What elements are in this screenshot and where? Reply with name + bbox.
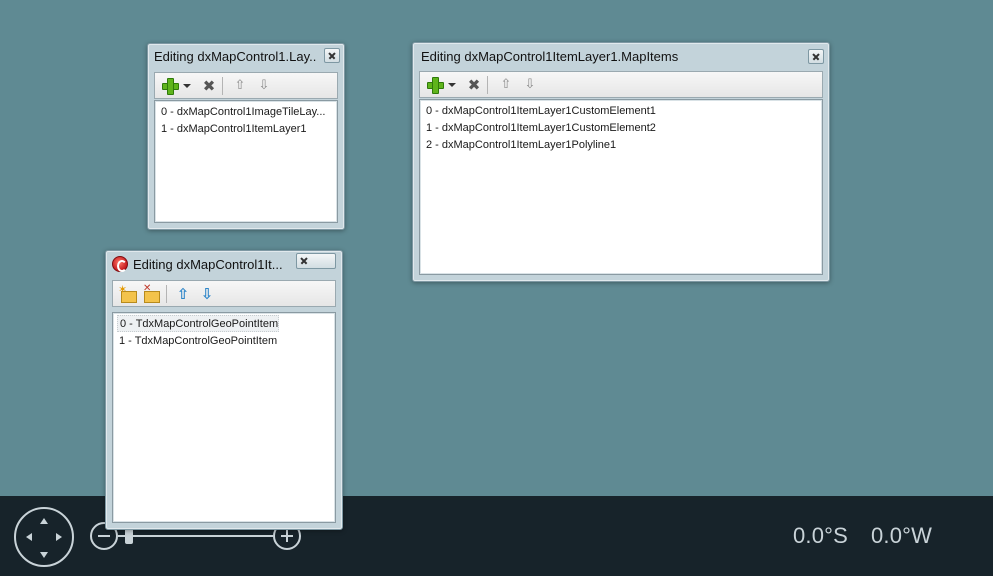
zoom-slider-track[interactable] bbox=[118, 535, 273, 537]
delphi-app-icon bbox=[112, 256, 128, 272]
plus-icon[interactable] bbox=[162, 78, 179, 95]
list-item[interactable]: 1 - dxMapControl1ItemLayer1 bbox=[161, 121, 333, 138]
close-icon[interactable] bbox=[324, 48, 340, 63]
list-item[interactable]: 2 - dxMapControl1ItemLayer1Polyline1 bbox=[426, 137, 818, 154]
pan-right-icon[interactable] bbox=[56, 533, 62, 541]
arrow-down-icon[interactable]: ⇩ bbox=[256, 78, 272, 94]
dropdown-arrow-icon[interactable] bbox=[180, 78, 196, 94]
window-title: Editing dxMapControl1.Lay... bbox=[154, 49, 316, 64]
list-item[interactable]: 0 - TdxMapControlGeoPointItem bbox=[117, 315, 280, 332]
folder-delete-icon[interactable] bbox=[143, 283, 160, 303]
pan-up-icon[interactable] bbox=[40, 518, 48, 524]
pan-navigation-icon[interactable] bbox=[14, 507, 74, 567]
arrow-up-icon[interactable]: ⇧ bbox=[232, 78, 248, 94]
arrow-down-icon[interactable]: ⇩ bbox=[522, 77, 538, 93]
close-icon[interactable] bbox=[808, 49, 824, 64]
zoom-slider-thumb[interactable] bbox=[125, 528, 133, 544]
toolbar: ✖ ⇧ ⇩ bbox=[419, 71, 823, 98]
map-items-list[interactable]: 0 - dxMapControl1ItemLayer1CustomElement… bbox=[419, 99, 823, 275]
longitude-readout: 0.0°W bbox=[871, 523, 933, 548]
geo-items-editor-window: Editing dxMapControl1It... ⇧ ⇩ 0 - TdxMa… bbox=[105, 250, 343, 530]
arrow-up-icon[interactable]: ⇧ bbox=[175, 286, 191, 302]
arrow-down-icon[interactable]: ⇩ bbox=[199, 286, 215, 302]
toolbar-separator bbox=[166, 285, 167, 303]
pan-left-icon[interactable] bbox=[26, 533, 32, 541]
layers-list[interactable]: 0 - dxMapControl1ImageTileLay... 1 - dxM… bbox=[154, 100, 338, 223]
list-item[interactable]: 0 - dxMapControl1ImageTileLay... bbox=[161, 104, 333, 121]
latitude-readout: 0.0°S bbox=[793, 523, 849, 548]
list-item[interactable]: 1 - dxMapControl1ItemLayer1CustomElement… bbox=[426, 120, 818, 137]
delete-icon[interactable]: ✖ bbox=[466, 77, 482, 93]
map-items-editor-window: Editing dxMapControl1ItemLayer1.MapItems… bbox=[412, 42, 830, 282]
list-item[interactable]: 0 - dxMapControl1ItemLayer1CustomElement… bbox=[426, 103, 818, 120]
list-item[interactable]: 1 - TdxMapControlGeoPointItem bbox=[119, 333, 331, 350]
plus-icon[interactable] bbox=[427, 77, 444, 94]
close-icon[interactable] bbox=[296, 253, 336, 269]
toolbar: ✖ ⇧ ⇩ bbox=[154, 72, 338, 99]
arrow-up-icon[interactable]: ⇧ bbox=[498, 77, 514, 93]
window-title: Editing dxMapControl1It... bbox=[133, 257, 283, 272]
geo-items-list[interactable]: 0 - TdxMapControlGeoPointItem 1 - TdxMap… bbox=[112, 312, 336, 523]
toolbar-separator bbox=[487, 76, 488, 94]
folder-add-icon[interactable] bbox=[118, 283, 137, 303]
pan-down-icon[interactable] bbox=[40, 552, 48, 558]
toolbar: ⇧ ⇩ bbox=[112, 280, 336, 307]
toolbar-separator bbox=[222, 77, 223, 95]
window-title: Editing dxMapControl1ItemLayer1.MapItems bbox=[421, 49, 679, 64]
layers-editor-window: Editing dxMapControl1.Lay... ✖ ⇧ ⇩ 0 - d… bbox=[147, 43, 345, 230]
dropdown-arrow-icon[interactable] bbox=[445, 77, 461, 93]
delete-icon[interactable]: ✖ bbox=[201, 78, 217, 94]
